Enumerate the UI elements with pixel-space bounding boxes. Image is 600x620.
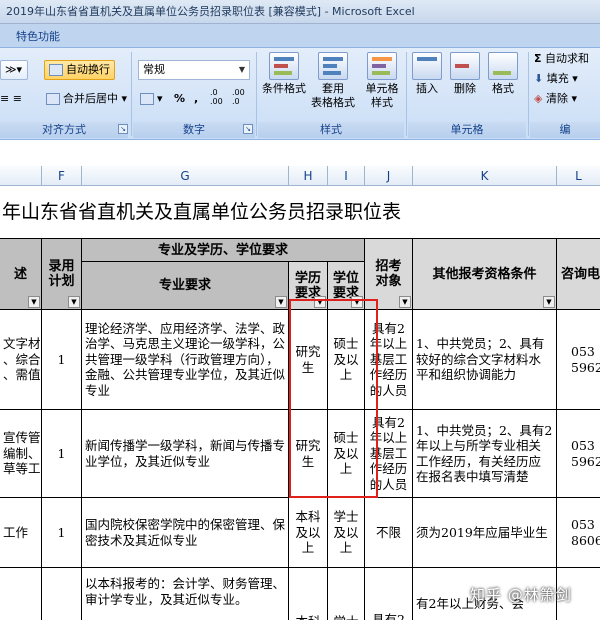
cell-major[interactable]: 以本科报考的：会计学、财务管理、审计学专业，及其近似专业。: [82, 568, 289, 620]
tab-special-features[interactable]: 特色功能: [8, 27, 68, 47]
percent-button[interactable]: %: [174, 90, 185, 108]
cell-other[interactable]: 1、中共党员；2、具有2年以上与所学专业相关工作经历，有关经历应在报名表中填写清…: [413, 410, 557, 498]
group-label-alignment: 对齐方式: [0, 122, 128, 138]
cell-other[interactable]: 须为2019年应届毕业生: [413, 498, 557, 568]
cell-styles-icon: [367, 52, 397, 80]
column-header[interactable]: J: [365, 166, 413, 186]
column-header[interactable]: G: [82, 166, 289, 186]
delete-cells-icon: [450, 52, 480, 80]
cell-target[interactable]: 不限: [365, 498, 413, 568]
cell-desc[interactable]: 文字材 、综合 、需值: [0, 310, 42, 410]
cell-major[interactable]: 新闻传播学一级学科，新闻与传播专业学位，及其近似专业: [82, 410, 289, 498]
conditional-format-button[interactable]: 条件格式: [260, 52, 308, 96]
cell-desc[interactable]: 宣传管 编制、 草等工: [0, 410, 42, 498]
merge-center-button[interactable]: 合并后居中 ▾: [46, 90, 127, 108]
header-major[interactable]: 专业要求 ▼: [82, 262, 289, 310]
group-separator: [131, 52, 132, 136]
number-format-select[interactable]: 常规 ▼: [138, 60, 250, 80]
cell-styles-button[interactable]: 单元格 样式: [360, 52, 404, 110]
cell-count[interactable]: 1: [42, 310, 82, 410]
number-launcher-icon[interactable]: ↘: [243, 124, 253, 134]
sigma-icon: Σ: [534, 52, 542, 65]
header-major-group[interactable]: 专业及学历、学位要求: [82, 238, 365, 262]
cell-phone[interactable]: 053 86062: [557, 498, 600, 568]
group-separator: [406, 52, 407, 136]
cell-major[interactable]: 理论经济学、应用经济学、法学、政治学、马克思主义理论一级学科，公共管理一级学科（…: [82, 310, 289, 410]
ribbon-tab-strip: 特色功能: [0, 24, 600, 48]
wrap-text-button[interactable]: 自动换行: [44, 60, 115, 80]
highlight-box: [289, 299, 378, 498]
filter-dropdown-icon[interactable]: ▼: [28, 296, 40, 308]
sheet-title[interactable]: 年山东省省直机关及直属单位公务员招录职位表: [0, 186, 600, 238]
fill-button[interactable]: ⬇ 填充 ▾: [534, 70, 578, 88]
header-desc[interactable]: 述 ▼: [0, 238, 42, 310]
merge-icon: [46, 93, 60, 105]
cell-major[interactable]: 国内院校保密学院中的保密管理、保密技术及其近似专业: [82, 498, 289, 568]
column-header[interactable]: F: [42, 166, 82, 186]
column-headers: F G H I J K L: [0, 166, 600, 186]
column-header[interactable]: H: [289, 166, 328, 186]
cell-count[interactable]: 1: [42, 410, 82, 498]
filter-dropdown-icon[interactable]: ▼: [275, 296, 287, 308]
group-separator: [256, 52, 257, 136]
conditional-format-icon: [269, 52, 299, 80]
indent-buttons[interactable]: ≡ ≡: [0, 90, 22, 108]
group-label-number: 数字: [133, 122, 255, 138]
format-button[interactable]: 格式: [486, 52, 520, 96]
column-header[interactable]: I: [328, 166, 365, 186]
wrap-text-icon: [49, 64, 63, 76]
filter-dropdown-icon[interactable]: ▼: [543, 296, 555, 308]
group-label-editing: 编: [530, 122, 600, 138]
formula-bar-area: [0, 140, 600, 166]
cell-phone[interactable]: 053 59622: [557, 310, 600, 410]
watermark: 知乎 @林箫剑: [470, 586, 572, 604]
autosum-button[interactable]: Σ 自动求和: [534, 50, 589, 68]
comma-button[interactable]: ,: [194, 90, 198, 108]
cell-degree[interactable]: 学士及以上: [328, 498, 365, 568]
header-consult[interactable]: 咨询电: [557, 238, 600, 310]
group-label-styles: 样式: [258, 122, 404, 138]
eraser-icon: ◈: [534, 92, 543, 105]
header-recruit-count[interactable]: 录用计划 ▼: [42, 238, 82, 310]
cell-desc[interactable]: 工作: [0, 498, 42, 568]
format-cells-icon: [488, 52, 518, 80]
filter-dropdown-icon[interactable]: ▼: [399, 296, 411, 308]
insert-cells-icon: [412, 52, 442, 80]
cell-desc[interactable]: [0, 568, 42, 620]
orientation-button[interactable]: ≫▾: [0, 60, 28, 80]
column-header[interactable]: L: [557, 166, 600, 186]
cell-education[interactable]: 本科: [289, 568, 328, 620]
group-label-cells: 单元格: [408, 122, 526, 138]
column-header-e[interactable]: [0, 166, 42, 186]
filter-dropdown-icon[interactable]: ▼: [68, 296, 80, 308]
window-title: 2019年山东省省直机关及直属单位公务员招录职位表 [兼容模式] - Micro…: [0, 0, 600, 24]
column-header[interactable]: K: [413, 166, 557, 186]
cell-education[interactable]: 本科及以上: [289, 498, 328, 568]
decrease-decimal-button[interactable]: .00 .0: [232, 88, 245, 106]
cell-other[interactable]: 1、中共党员；2、具有较好的综合文字材料水平和组织协调能力: [413, 310, 557, 410]
cell-phone[interactable]: 053 59622: [557, 410, 600, 498]
currency-icon: [140, 93, 154, 105]
clear-button[interactable]: ◈ 清除 ▾: [534, 90, 577, 108]
cell-count[interactable]: 1: [42, 498, 82, 568]
cell-degree[interactable]: 学士: [328, 568, 365, 620]
increase-decimal-button[interactable]: .0 .00: [210, 88, 223, 106]
alignment-launcher-icon[interactable]: ↘: [118, 124, 128, 134]
cell-count[interactable]: [42, 568, 82, 620]
insert-button[interactable]: 插入: [410, 52, 444, 96]
ribbon: ≫▾ 自动换行 ≡ ≡ 合并后居中 ▾ 对齐方式 ↘ 常规 ▼ ▾ % , .0…: [0, 48, 600, 140]
fill-down-icon: ⬇: [534, 72, 544, 85]
table-format-icon: [318, 52, 348, 80]
group-separator: [528, 52, 529, 136]
header-other[interactable]: 其他报考资格条件 ▼: [413, 238, 557, 310]
format-as-table-button[interactable]: 套用 表格格式: [308, 52, 358, 110]
currency-button[interactable]: ▾: [140, 90, 163, 108]
delete-button[interactable]: 删除: [448, 52, 482, 96]
cell-target[interactable]: 具有2年以上: [365, 568, 413, 620]
chevron-down-icon: ▼: [238, 65, 246, 74]
